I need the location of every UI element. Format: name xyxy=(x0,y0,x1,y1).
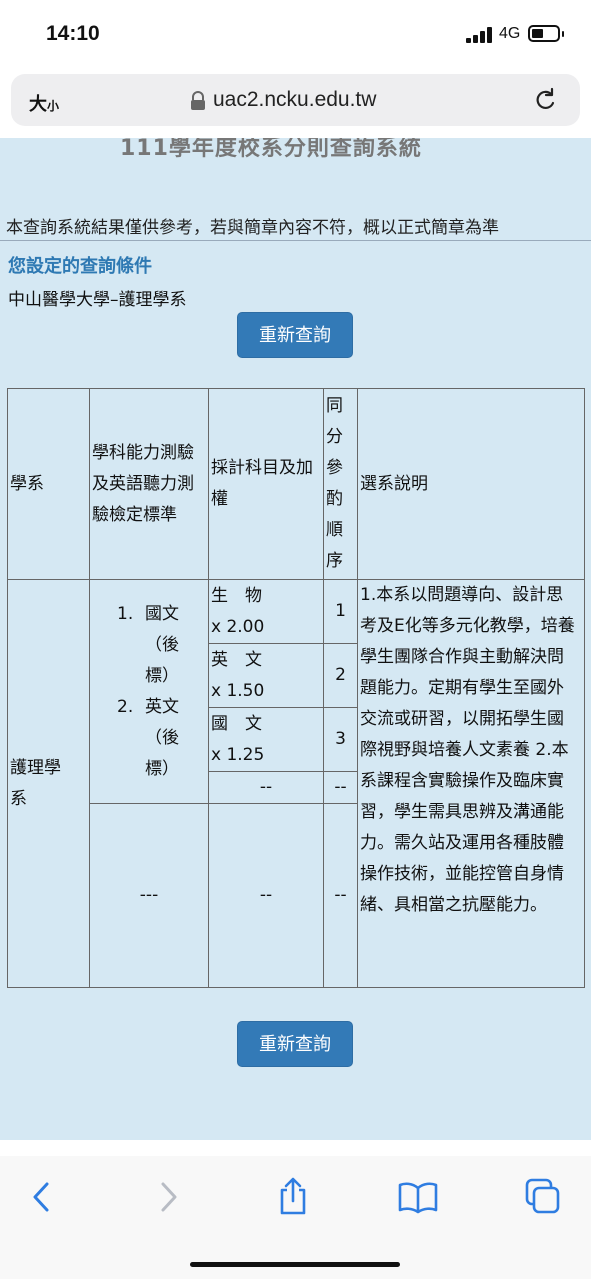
header-order: 同分參酌順序 xyxy=(323,388,358,580)
reload-icon[interactable] xyxy=(534,87,558,113)
subject-cell: 國 文x 1.25 xyxy=(208,707,324,772)
bookmarks-icon[interactable] xyxy=(398,1180,438,1214)
disclaimer-text: 本查詢系統結果僅供參考，若與簡章內容不符，概以正式簡章為準 xyxy=(6,218,499,238)
lock-icon xyxy=(191,91,205,110)
forward-icon[interactable] xyxy=(156,1180,182,1214)
order-cell: 1 xyxy=(323,579,358,644)
requery-button-bottom[interactable]: 重新查詢 xyxy=(237,1021,353,1067)
status-bar: 14:10 4G xyxy=(0,0,591,70)
subject-empty: -- xyxy=(208,771,324,804)
browser-toolbar xyxy=(0,1156,591,1279)
description-cell: 1.本系以問題導向、設計思考及E化等多元化教學，培養學生團隊合作與主動解決問題能… xyxy=(357,579,585,988)
address-bar[interactable]: 大小 uac2.ncku.edu.tw xyxy=(11,74,580,126)
requery-button-top[interactable]: 重新查詢 xyxy=(237,312,353,358)
clock: 14:10 xyxy=(46,22,100,45)
results-table: 學系 學科能力測驗及英語聽力測驗檢定標準 採計科目及加權 同分參酌順序 選系說明… xyxy=(7,388,585,988)
order-empty: -- xyxy=(323,771,358,804)
header-subjects: 採計科目及加權 xyxy=(208,388,324,580)
order-cell: 2 xyxy=(323,643,358,708)
text-size-button[interactable]: 大小 xyxy=(29,90,59,116)
network-label: 4G xyxy=(499,25,521,42)
page-title: 111學年度校系分則查詢系統 xyxy=(120,138,422,161)
header-dept: 學系 xyxy=(7,388,90,580)
conditions-heading: 您設定的查詢條件 xyxy=(8,256,152,277)
signal-icon xyxy=(466,27,492,43)
url-text[interactable]: uac2.ncku.edu.tw xyxy=(213,88,376,112)
order-empty: -- xyxy=(323,803,358,988)
home-indicator xyxy=(190,1262,400,1267)
selected-department: 中山醫學大學–護理學系 xyxy=(8,290,187,310)
subject-cell: 生 物x 2.00 xyxy=(208,579,324,644)
tabs-icon[interactable] xyxy=(525,1178,561,1216)
standard-item: 2. 英文（後標） xyxy=(117,696,179,779)
subject-empty: -- xyxy=(208,803,324,988)
header-desc: 選系說明 xyxy=(357,388,585,580)
subject-cell: 英 文x 1.50 xyxy=(208,643,324,708)
header-standards: 學科能力測驗及英語聽力測驗檢定標準 xyxy=(89,388,209,580)
page-content: 111學年度校系分則查詢系統 本查詢系統結果僅供參考，若與簡章內容不符，概以正式… xyxy=(0,138,591,1140)
dept-cell: 護理學系 xyxy=(7,579,90,988)
standard-item: 1. 國文（後標） xyxy=(117,603,179,686)
share-icon[interactable] xyxy=(277,1176,309,1216)
divider xyxy=(0,240,591,241)
battery-tip xyxy=(562,31,564,37)
back-icon[interactable] xyxy=(28,1180,54,1214)
standards-empty: --- xyxy=(89,803,209,988)
order-cell: 3 xyxy=(323,707,358,772)
battery-icon xyxy=(528,25,560,42)
standards-cell: 1. 國文（後標） 2. 英文（後標） xyxy=(89,579,209,804)
